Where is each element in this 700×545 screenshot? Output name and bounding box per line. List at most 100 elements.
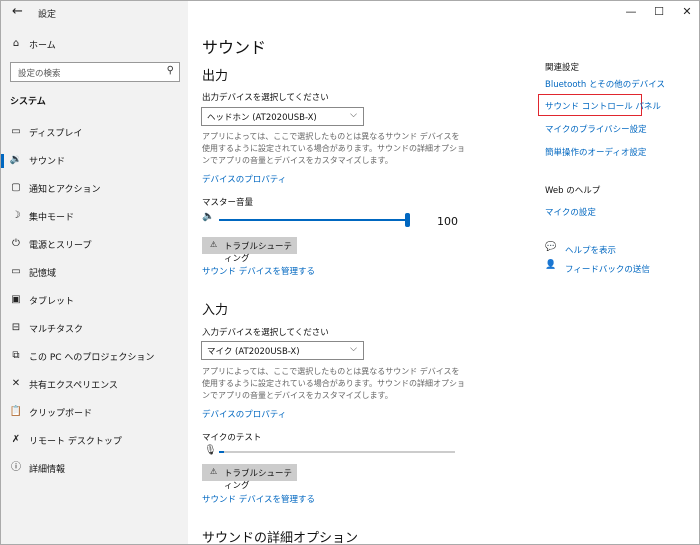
sidebar-item-1[interactable]: ▭ ディスプレイ (1, 122, 188, 144)
sidebar-item-6[interactable]: ▭ 記憶域 (1, 262, 188, 284)
sidebar-item-label: タブレット (29, 297, 75, 307)
master-volume-label: マスター音量 (202, 198, 254, 208)
sidebar-item-5[interactable]: ⏻ 電源とスリープ (1, 234, 188, 256)
mic-level-fill (219, 451, 224, 453)
input-device-label: 入力デバイスを選択してください (202, 328, 329, 338)
tablet-icon: ▣ (11, 294, 21, 305)
troubleshoot-label: トラブルシューティング (224, 242, 293, 264)
sidebar-item-label: 記憶域 (29, 269, 57, 279)
sidebar-item-10[interactable]: ✕ 共有エクスペリエンス (1, 374, 188, 396)
maximize-icon: ☐ (654, 5, 664, 18)
minimize-icon: — (625, 5, 637, 18)
mic-setup-link[interactable]: マイクの設定 (545, 206, 596, 218)
sidebar-item-2[interactable]: 🔉 サウンド (1, 150, 188, 172)
moon-icon: ☽ (11, 210, 21, 221)
mic-privacy-link[interactable]: マイクのプライバシー設定 (545, 123, 647, 135)
sidebar-item-12[interactable]: ✗ リモート デスクトップ (1, 430, 188, 452)
input-heading: 入力 (202, 303, 229, 318)
search-input[interactable]: 設定の検索 ⚲ (10, 62, 180, 82)
sidebar-item-label: 電源とスリープ (29, 241, 92, 251)
sidebar-item-3[interactable]: ▢ 通知とアクション (1, 178, 188, 200)
window-title: 設定 (38, 10, 57, 20)
page-title: サウンド (202, 38, 267, 57)
sidebar-item-8[interactable]: ⊟ マルチタスク (1, 318, 188, 340)
help-icon: 💬 (545, 242, 557, 252)
mic-level-meter (219, 451, 455, 453)
chevron-down-icon: ⌵ (350, 110, 357, 120)
speaker-icon[interactable]: 🔈 (202, 211, 214, 222)
mic-test-label: マイクのテスト (202, 433, 262, 443)
sidebar-item-4[interactable]: ☽ 集中モード (1, 206, 188, 228)
close-icon: ✕ (682, 5, 692, 18)
output-manage-link[interactable]: サウンド デバイスを管理する (202, 265, 315, 277)
sidebar-item-label: 共有エクスペリエンス (29, 381, 118, 391)
storage-icon: ▭ (11, 266, 21, 277)
web-help-title: Web のヘルプ (545, 186, 601, 196)
home-icon: ⌂ (12, 38, 20, 49)
main-content: — ☐ ✕ サウンド 出力 出力デバイスを選択してください ヘッドホン (AT2… (188, 1, 699, 544)
input-description: アプリによっては、ここで選択したものとは異なるサウンド デバイスを使用するように… (202, 367, 465, 400)
bluetooth-link[interactable]: Bluetooth とその他のデバイス (545, 78, 665, 90)
input-properties-link[interactable]: デバイスのプロパティ (202, 408, 286, 420)
projection-icon: ⧉ (12, 350, 20, 361)
sidebar-item-label: 詳細情報 (29, 465, 66, 475)
sidebar-item-label: クリップボード (29, 409, 93, 419)
power-icon: ⏻ (12, 238, 20, 249)
settings-window: ← 設定 ⌂ ホーム 設定の検索 ⚲ システム ▭ ディスプレイ 🔉 サウンド ▢ 通知と… (0, 0, 700, 545)
input-troubleshoot-button[interactable]: ⚠ トラブルシューティング (202, 464, 297, 491)
feedback-link[interactable]: フィードバックの送信 (565, 263, 650, 275)
close-button[interactable]: ✕ (672, 4, 699, 20)
master-volume-thumb[interactable] (405, 213, 410, 227)
input-device-value: マイク (AT2020USB-X) (207, 347, 300, 357)
output-troubleshoot-button[interactable]: ⚠ トラブルシューティング (202, 237, 297, 264)
sidebar-item-label: ディスプレイ (29, 129, 83, 139)
sidebar-item-home[interactable]: ⌂ ホーム (1, 34, 188, 56)
minimize-button[interactable]: — (616, 4, 646, 20)
master-volume-slider[interactable] (219, 219, 407, 221)
warning-icon: ⚠ (210, 467, 218, 476)
sidebar-item-label: 通知とアクション (29, 185, 101, 195)
back-arrow-icon[interactable]: ← (12, 4, 23, 19)
sidebar-item-label: 集中モード (29, 213, 75, 223)
sidebar: ← 設定 ⌂ ホーム 設定の検索 ⚲ システム ▭ ディスプレイ 🔉 サウンド ▢ 通知と… (1, 1, 188, 544)
info-icon: ⓘ (11, 462, 21, 473)
advanced-options-heading[interactable]: サウンドの詳細オプション (202, 527, 358, 544)
output-device-label: 出力デバイスを選択してください (202, 93, 329, 103)
microphone-icon: 🎙 (204, 445, 217, 456)
sidebar-item-label: サウンド (29, 157, 66, 167)
remote-icon: ✗ (11, 434, 21, 445)
input-device-select[interactable]: マイク (AT2020USB-X) ⌵ (201, 341, 364, 360)
multitask-icon: ⊟ (11, 322, 21, 333)
output-device-value: ヘッドホン (AT2020USB-X) (207, 113, 317, 123)
sidebar-item-11[interactable]: 📋 クリップボード (1, 402, 188, 424)
output-description: アプリによっては、ここで選択したものとは異なるサウンド デバイスを使用するように… (202, 132, 465, 165)
chevron-down-icon: ⌵ (350, 344, 357, 354)
get-help-link[interactable]: ヘルプを表示 (565, 244, 616, 256)
speaker-icon: 🔉 (9, 154, 23, 165)
sound-control-panel-link[interactable]: サウンド コントロール パネル (545, 100, 661, 112)
search-placeholder: 設定の検索 (18, 69, 61, 79)
notification-icon: ▢ (11, 182, 21, 193)
output-properties-link[interactable]: デバイスのプロパティ (202, 173, 286, 185)
sidebar-item-label: マルチタスク (29, 325, 84, 335)
search-icon: ⚲ (166, 65, 174, 76)
related-settings-title: 関連設定 (545, 63, 580, 73)
sidebar-section-title: システム (10, 97, 46, 107)
clipboard-icon: 📋 (9, 406, 23, 417)
sidebar-item-7[interactable]: ▣ タブレット (1, 290, 188, 312)
sidebar-item-label: リモート デスクトップ (29, 437, 122, 447)
sidebar-item-label: この PC へのプロジェクション (29, 353, 155, 363)
feedback-icon: 👤 (545, 260, 557, 270)
maximize-button[interactable]: ☐ (644, 4, 674, 20)
troubleshoot-label: トラブルシューティング (224, 469, 293, 491)
input-manage-link[interactable]: サウンド デバイスを管理する (202, 493, 315, 505)
output-device-select[interactable]: ヘッドホン (AT2020USB-X) ⌵ (201, 107, 364, 126)
output-heading: 出力 (202, 69, 229, 84)
shared-icon: ✕ (11, 378, 21, 389)
master-volume-value: 100 (437, 215, 458, 228)
warning-icon: ⚠ (210, 240, 218, 249)
ease-of-access-audio-link[interactable]: 簡単操作のオーディオ設定 (545, 146, 646, 158)
display-icon: ▭ (11, 126, 21, 137)
sidebar-item-13[interactable]: ⓘ 詳細情報 (1, 458, 188, 480)
sidebar-item-9[interactable]: ⧉ この PC へのプロジェクション (1, 346, 188, 368)
